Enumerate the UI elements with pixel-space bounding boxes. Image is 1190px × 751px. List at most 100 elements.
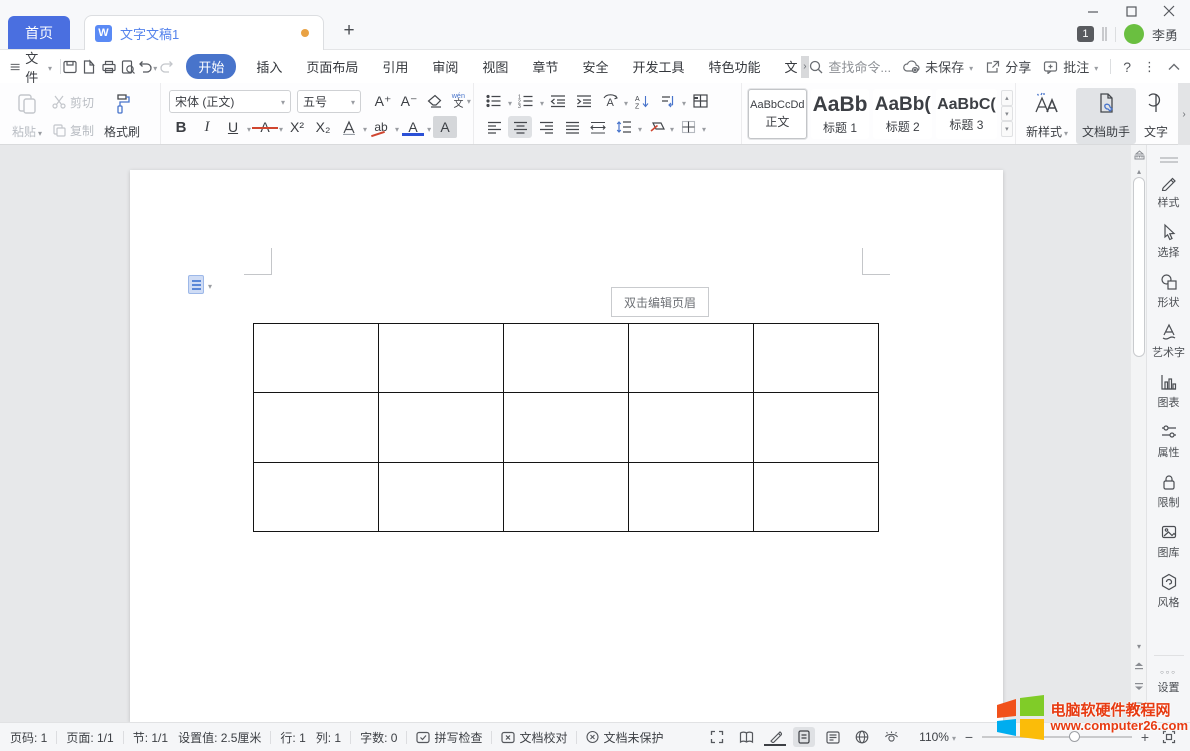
- window-count-badge[interactable]: 1: [1077, 26, 1094, 42]
- export-pdf-button[interactable]: [80, 56, 99, 78]
- redo-button[interactable]: [157, 56, 176, 78]
- spell-check-button[interactable]: 拼写检查: [416, 729, 482, 746]
- table-cell[interactable]: [254, 324, 379, 393]
- style-heading3[interactable]: AaBbC( 标题 3: [936, 89, 997, 139]
- character-shading-button[interactable]: A: [433, 116, 457, 138]
- zoom-slider-handle[interactable]: [1069, 731, 1080, 742]
- split-view-icon[interactable]: [1102, 27, 1107, 41]
- text-effects-button[interactable]: [337, 116, 361, 138]
- zoom-in-button[interactable]: [1138, 730, 1152, 744]
- bullet-list-button[interactable]: [482, 90, 506, 112]
- save-button[interactable]: [61, 56, 80, 78]
- file-menu[interactable]: 文件: [10, 48, 52, 86]
- status-word-count[interactable]: 字数: 0: [360, 729, 397, 746]
- new-style-button[interactable]: 新样式: [1024, 88, 1070, 144]
- table-cell[interactable]: [629, 324, 754, 393]
- status-column[interactable]: 列: 1: [316, 729, 341, 746]
- sidebar-item-wordart[interactable]: 艺术字: [1152, 323, 1185, 360]
- find-command[interactable]: 查找命令...: [809, 57, 891, 76]
- decrease-font-button[interactable]: A⁻: [397, 90, 421, 112]
- doc-assistant-button[interactable]: 文档助手: [1076, 88, 1136, 144]
- maximize-button[interactable]: [1120, 2, 1142, 20]
- ribbon-tab-insert[interactable]: 插入: [256, 57, 282, 76]
- italic-button[interactable]: I: [195, 116, 219, 138]
- outline-view-button[interactable]: [822, 727, 844, 747]
- more-tabs-button[interactable]: [801, 56, 810, 78]
- tab-setting-button[interactable]: [688, 90, 712, 112]
- increase-font-button[interactable]: A⁺: [371, 90, 395, 112]
- share-button[interactable]: 分享: [985, 57, 1031, 76]
- zoom-level[interactable]: 110%: [919, 730, 956, 744]
- undo-button[interactable]: [137, 56, 157, 78]
- table-cell[interactable]: [379, 324, 504, 393]
- paste-button[interactable]: 粘贴: [10, 88, 44, 144]
- ribbon-tab-page-layout[interactable]: 页面布局: [306, 57, 358, 76]
- styles-scroll-down-button[interactable]: ▾: [1001, 106, 1013, 122]
- sidebar-item-restrict[interactable]: 限制: [1158, 473, 1180, 510]
- status-page[interactable]: 页面: 1/1: [66, 729, 113, 746]
- edit-mode-button[interactable]: [764, 728, 786, 746]
- table-cell[interactable]: [629, 462, 754, 531]
- comment-button[interactable]: 批注: [1043, 57, 1098, 76]
- user-avatar[interactable]: [1124, 24, 1144, 44]
- document-table[interactable]: [253, 323, 879, 532]
- sidebar-item-properties[interactable]: 属性: [1158, 423, 1180, 460]
- table-cell[interactable]: [379, 462, 504, 531]
- format-painter-button[interactable]: 格式刷: [102, 88, 142, 144]
- ribbon-tab-dev-tools[interactable]: 开发工具: [632, 57, 684, 76]
- scroll-down-button[interactable]: ▾: [1131, 638, 1147, 654]
- status-setting-value[interactable]: 设置值: 2.5厘米: [178, 729, 261, 746]
- sidebar-item-shapes[interactable]: 形状: [1158, 273, 1180, 310]
- borders-button[interactable]: [676, 116, 700, 138]
- table-cell[interactable]: [254, 393, 379, 462]
- ribbon-expand-button[interactable]: [1178, 83, 1190, 145]
- shading-button[interactable]: [644, 116, 668, 138]
- table-cell[interactable]: [629, 393, 754, 462]
- underline-button[interactable]: U: [221, 116, 245, 138]
- close-button[interactable]: [1158, 2, 1180, 20]
- text-tool-button[interactable]: 文字: [1142, 88, 1170, 144]
- show-paragraph-marks-button[interactable]: [656, 90, 680, 112]
- table-cell[interactable]: [754, 324, 879, 393]
- table-cell[interactable]: [379, 393, 504, 462]
- align-left-button[interactable]: [482, 116, 506, 138]
- ribbon-tab-review[interactable]: 审阅: [432, 57, 458, 76]
- sidebar-item-chart[interactable]: 图表: [1158, 373, 1180, 410]
- ribbon-tab-security[interactable]: 安全: [582, 57, 608, 76]
- ribbon-tab-view[interactable]: 视图: [482, 57, 508, 76]
- ribbon-tab-section[interactable]: 章节: [532, 57, 558, 76]
- table-cell[interactable]: [504, 324, 629, 393]
- table-cell[interactable]: [754, 393, 879, 462]
- sidebar-item-settings[interactable]: 设置: [1158, 666, 1180, 695]
- sidebar-item-select[interactable]: 选择: [1158, 223, 1180, 260]
- status-page-number[interactable]: 页码: 1: [10, 729, 47, 746]
- align-right-button[interactable]: [534, 116, 558, 138]
- justify-button[interactable]: [560, 116, 584, 138]
- sidebar-item-styles[interactable]: 样式: [1158, 173, 1180, 210]
- next-page-button[interactable]: [1131, 678, 1147, 694]
- vertical-scrollbar[interactable]: ▴ ▾: [1130, 145, 1146, 722]
- table-cell[interactable]: [504, 393, 629, 462]
- numbered-list-button[interactable]: 123: [514, 90, 538, 112]
- new-tab-button[interactable]: [338, 20, 360, 42]
- ribbon-tab-references[interactable]: 引用: [382, 57, 408, 76]
- document-tab[interactable]: 文字文稿1: [84, 15, 324, 50]
- scrollbar-thumb[interactable]: [1133, 177, 1145, 357]
- sidebar-item-theme[interactable]: 风格: [1158, 573, 1180, 610]
- ruler-toggle-icon[interactable]: [1131, 147, 1147, 163]
- ribbon-tab-truncated[interactable]: 文: [784, 57, 797, 76]
- clear-format-button[interactable]: [423, 90, 447, 112]
- doc-proof-button[interactable]: 文档校对: [501, 729, 567, 746]
- font-size-select[interactable]: 五号: [297, 90, 361, 113]
- select-browse-object-button[interactable]: [1131, 698, 1147, 714]
- sidebar-item-gallery[interactable]: 图库: [1158, 523, 1180, 560]
- eye-protect-button[interactable]: [880, 727, 902, 747]
- previous-page-button[interactable]: [1131, 658, 1147, 674]
- print-preview-button[interactable]: [118, 56, 137, 78]
- table-cell[interactable]: [504, 462, 629, 531]
- ribbon-tab-home[interactable]: 开始: [186, 54, 236, 79]
- style-normal[interactable]: AaBbCcDd 正文: [748, 89, 807, 139]
- cut-button[interactable]: 剪切: [52, 91, 94, 113]
- doc-protect-button[interactable]: 文档未保护: [586, 729, 663, 746]
- page-view-button[interactable]: [793, 727, 815, 747]
